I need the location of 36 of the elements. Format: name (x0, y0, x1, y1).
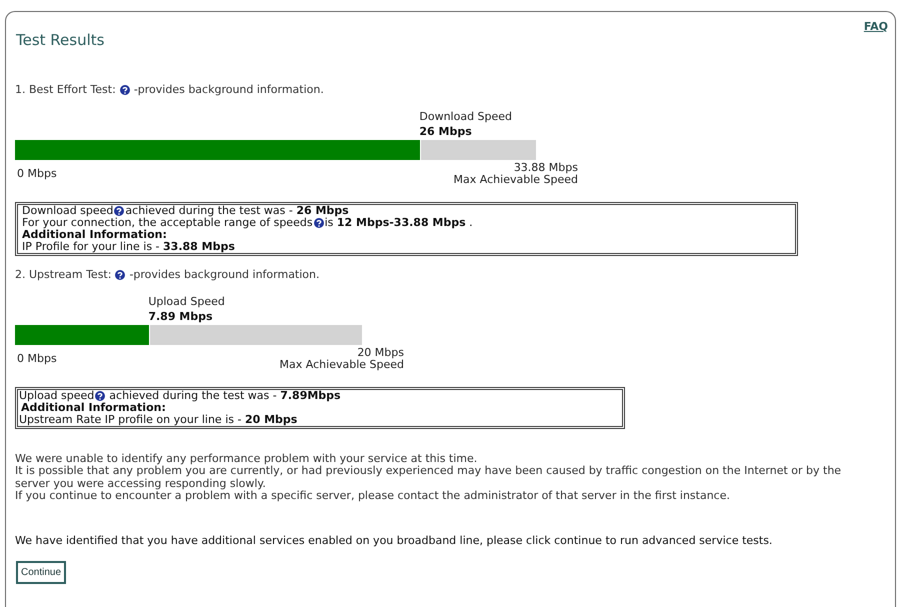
notice-text: We have identified that you have additional services enabled on you broadband line, please click continue to run advanced service tests. (15, 534, 774, 547)
help-icon[interactable] (120, 85, 130, 95)
result-text: is 12 Mbps-33.88 Mbps . (324, 217, 473, 229)
message-paragraph: We were unable to identify any performance problem with your service at this time. (15, 453, 478, 466)
meter-label: Download Speed (419, 109, 512, 124)
result-text: achieved during the test was - 7.89Mbps (109, 390, 341, 402)
scale-max-label: Max Achievable Speed (280, 359, 404, 371)
help-icon[interactable] (314, 218, 324, 228)
test-note: -provides background information. (129, 268, 320, 282)
message-paragraph: It is possible that any problem you are currently, or had previously experienced may have been caused by traffic congestion on the Internet or by the server you were accessing responding slowly. (15, 465, 842, 490)
test-heading: 1. Best Effort Test: (15, 83, 116, 97)
help-icon[interactable] (95, 391, 106, 401)
scale-min-label: 0 Mbps (17, 353, 57, 365)
scale-max-reading: 20 Mbps (357, 347, 404, 359)
meter-reading: 26 Mbps (419, 124, 472, 139)
result-text: Download speed (22, 205, 114, 217)
help-icon[interactable] (115, 270, 126, 280)
result-heading: Additional Information: (21, 402, 166, 414)
result-text: achieved during the test was - 26 Mbps (125, 205, 349, 217)
message-paragraph: If you continue to encounter a problem with a specific server, please contact the administrator of that server in the first instance. (15, 490, 731, 503)
continue-button[interactable]: Continue (16, 560, 66, 584)
result-text: IP Profile for your line is - 33.88 Mbps (22, 241, 235, 253)
scale-min-label: 0 Mbps (17, 168, 57, 180)
result-heading: Additional Information: (22, 229, 167, 241)
faq-link[interactable]: FAQ (864, 20, 888, 34)
result-text: For your connection, the acceptable range of speeds (22, 217, 313, 229)
test-note: -provides background information. (134, 83, 324, 97)
scale-max-label: Max Achievable Speed (454, 174, 578, 186)
meter-reading: 7.89 Mbps (148, 309, 213, 324)
help-icon[interactable] (114, 206, 124, 216)
meter-label: Upload Speed (148, 294, 225, 309)
page-title: Test Results (16, 31, 104, 49)
scale-max-reading: 33.88 Mbps (514, 162, 578, 174)
result-text: Upload speed (19, 390, 94, 402)
test-heading: 2. Upstream Test: (15, 268, 112, 282)
result-text: Upstream Rate IP profile on your line is - 20 Mbps (19, 414, 298, 426)
